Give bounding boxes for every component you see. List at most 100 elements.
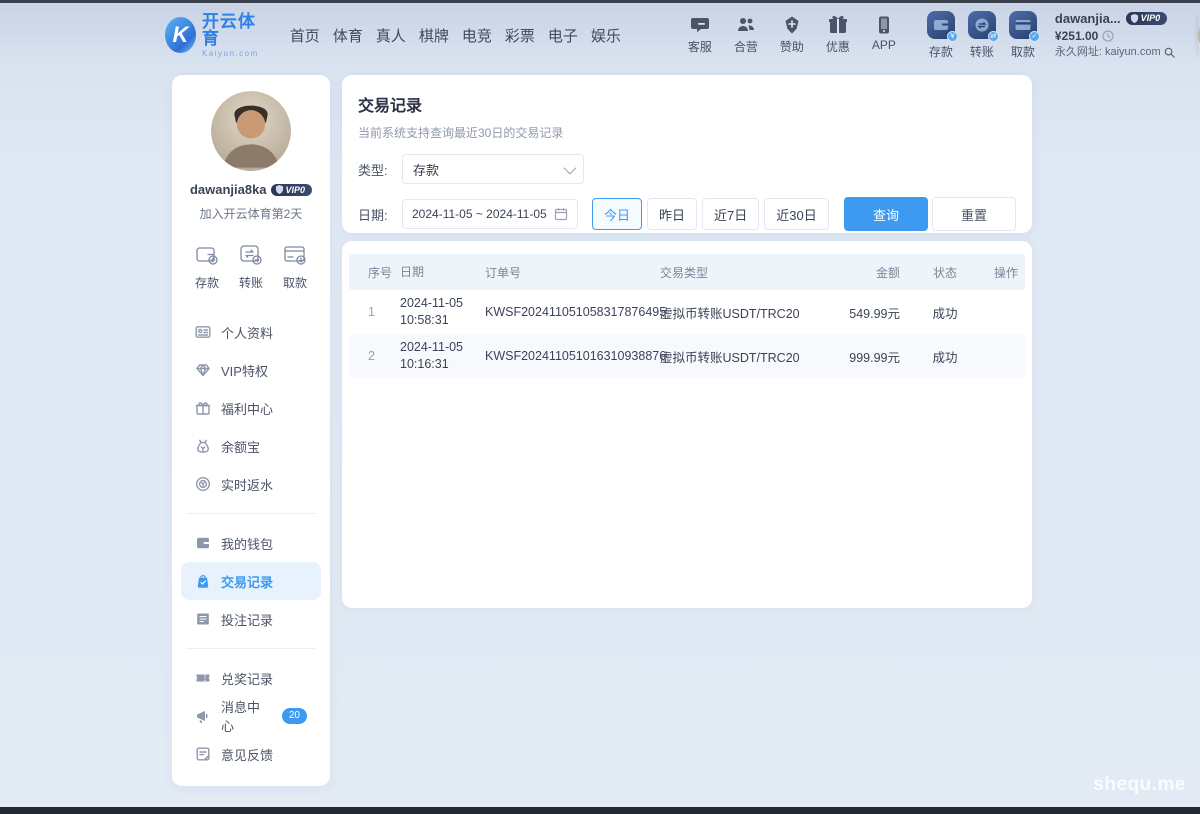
row-no: 2 [368, 349, 400, 363]
brand-name-cn: 开云体育 [202, 13, 264, 47]
quick-link-support[interactable]: 客服 [683, 15, 717, 55]
type-select-value: 存款 [413, 160, 439, 179]
rebate-icon [195, 476, 211, 492]
nav-item-live[interactable]: 真人 [376, 25, 406, 46]
range-30days-button[interactable]: 近30日 [764, 198, 828, 230]
sidebar-item-welfare[interactable]: 福利中心 [181, 389, 321, 427]
sidebar-quick-actions: 存款 转账 取款 [172, 242, 330, 291]
range-yesterday-button[interactable]: 昨日 [647, 198, 697, 230]
prize-icon [195, 670, 211, 686]
col-header-order: 订单号 [485, 264, 660, 281]
sidebar-item-bet-records[interactable]: 投注记录 [181, 600, 321, 638]
sidebar-item-label: 消息中心 [221, 697, 272, 735]
row-date: 2024-11-05 10:58:31 [400, 295, 485, 329]
sidebar-item-help[interactable]: ? 帮助中心 [181, 773, 321, 786]
sidebar: dawanjia8ka VIP0 加入开云体育第2天 存款 转账 取款 个人资料… [172, 75, 330, 786]
row-date-day: 2024-11-05 [400, 339, 485, 356]
nav-item-home[interactable]: 首页 [290, 25, 320, 46]
sidebar-avatar[interactable] [211, 91, 291, 171]
quick-link-promotions[interactable]: 优惠 [821, 15, 855, 55]
chevron-down-icon [564, 161, 577, 174]
avatar-image [211, 91, 291, 171]
quick-link-app[interactable]: APP [867, 15, 901, 55]
quick-action-label: 转账 [239, 274, 263, 291]
brand-logo-text: 开云体育 Kaiyun.com [202, 13, 264, 58]
col-header-action: 操作 [990, 264, 1018, 281]
reset-button[interactable]: 重置 [932, 197, 1016, 231]
row-date-time: 10:58:31 [400, 312, 485, 329]
nav-item-esports[interactable]: 电竞 [462, 25, 492, 46]
search-icon[interactable] [1164, 47, 1175, 58]
row-no: 1 [368, 305, 400, 319]
date-label: 日期: [358, 205, 394, 224]
nav-item-cards[interactable]: 棋牌 [419, 25, 449, 46]
table-header-row: 序号 日期 订单号 交易类型 金额 状态 操作 [349, 254, 1025, 290]
brand-logo-icon: K [165, 17, 196, 53]
unread-count-badge: 20 [282, 708, 307, 724]
sidebar-item-rebate[interactable]: 实时返水 [181, 465, 321, 503]
nav-item-slots[interactable]: 电子 [548, 25, 578, 46]
transfer-icon: ⇄ [968, 11, 996, 39]
sidebar-withdraw-button[interactable]: 取款 [278, 242, 312, 291]
sidebar-item-yuebao[interactable]: 余额宝 [181, 427, 321, 465]
sponsor-icon [782, 15, 802, 35]
feedback-icon [195, 746, 211, 762]
quick-link-sponsor[interactable]: 赞助 [775, 15, 809, 55]
range-7days-button[interactable]: 近7日 [702, 198, 759, 230]
sidebar-item-label: 投注记录 [221, 610, 273, 629]
vip-shield-icon [275, 185, 284, 194]
bottom-strip [0, 807, 1200, 814]
help-icon: ? [195, 784, 211, 786]
nav-item-entertainment[interactable]: 娱乐 [591, 25, 621, 46]
wallet-action-label: 存款 [929, 43, 953, 60]
brand-logo[interactable]: K 开云体育 Kaiyun.com [165, 13, 264, 58]
sidebar-item-feedback[interactable]: 意见反馈 [181, 735, 321, 773]
row-status: 成功 [900, 303, 990, 322]
row-amount: 549.99元 [840, 303, 900, 322]
quick-link-partners[interactable]: 合营 [729, 15, 763, 55]
filter-card: 交易记录 当前系统支持查询最近30日的交易记录 类型: 存款 日期: 2024-… [342, 75, 1032, 233]
range-today-button[interactable]: 今日 [592, 198, 642, 230]
date-range-value: 2024-11-05 ~ 2024-11-05 [412, 207, 547, 221]
brand-name-en: Kaiyun.com [202, 50, 264, 58]
header-deposit-button[interactable]: ¥ 存款 [925, 11, 957, 60]
sidebar-item-transactions[interactable]: 交易记录 [181, 562, 321, 600]
type-select[interactable]: 存款 [402, 154, 584, 184]
partners-icon [736, 15, 756, 35]
sidebar-item-label: 个人资料 [221, 323, 273, 342]
records-table-card: 序号 日期 订单号 交易类型 金额 状态 操作 1 2024-11-05 10:… [342, 241, 1032, 608]
watermark: shequ.me [1093, 774, 1186, 796]
username[interactable]: dawanjia... [1055, 11, 1121, 27]
nav-item-sports[interactable]: 体育 [333, 25, 363, 46]
query-button[interactable]: 查询 [844, 197, 928, 231]
row-date-day: 2024-11-05 [400, 295, 485, 312]
sidebar-deposit-button[interactable]: 存款 [190, 242, 224, 291]
quick-action-label: 取款 [283, 274, 307, 291]
date-range-input[interactable]: 2024-11-05 ~ 2024-11-05 [402, 199, 578, 229]
transaction-icon [195, 573, 211, 589]
row-order-number: KWSF202411051058317876495 [485, 305, 660, 319]
sidebar-item-prize-records[interactable]: 兑奖记录 [181, 659, 321, 697]
sidebar-item-messages[interactable]: 消息中心 20 [181, 697, 321, 735]
sidebar-transfer-button[interactable]: 转账 [234, 242, 268, 291]
sidebar-item-profile[interactable]: 个人资料 [181, 313, 321, 351]
row-date: 2024-11-05 10:16:31 [400, 339, 485, 373]
sidebar-item-wallet[interactable]: 我的钱包 [181, 524, 321, 562]
phone-icon [874, 15, 894, 35]
header-transfer-button[interactable]: ⇄ 转账 [966, 11, 998, 60]
join-days-text: 加入开云体育第2天 [172, 205, 330, 222]
sidebar-menu: 个人资料 VIP特权 福利中心 余额宝 实时返水 我的钱包 交易记录 [172, 313, 330, 786]
nav-item-lottery[interactable]: 彩票 [505, 25, 535, 46]
row-transaction-type: 虚拟币转账USDT/TRC20 [660, 347, 840, 366]
sidebar-item-vip[interactable]: VIP特权 [181, 351, 321, 389]
header-withdraw-button[interactable]: ✓ 取款 [1007, 11, 1039, 60]
sidebar-item-label: 实时返水 [221, 475, 273, 494]
row-amount: 999.99元 [840, 347, 900, 366]
deposit-icon [194, 242, 220, 268]
refresh-balance-icon[interactable] [1102, 30, 1114, 42]
type-filter-row: 类型: 存款 [358, 154, 1016, 184]
quick-link-label: 优惠 [826, 38, 850, 55]
date-filter-row: 日期: 2024-11-05 ~ 2024-11-05 今日 昨日 近7日 近3… [358, 197, 1016, 231]
site-url[interactable]: kaiyun.com [1105, 46, 1161, 60]
id-card-icon [195, 324, 211, 340]
